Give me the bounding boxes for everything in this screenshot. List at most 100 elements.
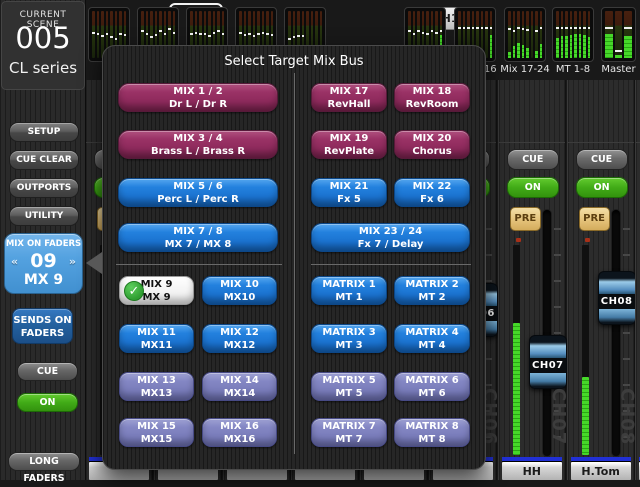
scene-number: 005 [2, 21, 84, 55]
peak-marker [253, 35, 256, 37]
peak-marker [570, 27, 573, 29]
strip-cue-button[interactable]: CUE [576, 149, 628, 170]
fader-scale-tick [485, 384, 492, 386]
peak-marker [624, 27, 632, 29]
mix-bus-button[interactable]: MIX 19RevPlate [311, 130, 387, 159]
meter-bar-fill [561, 36, 564, 58]
utility-button[interactable]: UTILITY [9, 206, 79, 226]
mix-bus-button[interactable]: MIX 7 / 8MX 7 / MX 8 [118, 223, 278, 252]
peak-marker [257, 33, 260, 35]
bus-button-line1: MATRIX 4 [395, 327, 469, 340]
outports-button[interactable]: OUTPORTS [9, 178, 79, 198]
meter-bar-fill [583, 35, 586, 58]
peak-marker [526, 29, 529, 31]
bus-button-line1: MIX 13 [120, 375, 193, 388]
mix-bus-button[interactable]: MATRIX 6MT 6 [394, 372, 470, 401]
mix-on-faders-selector[interactable]: MIX ON FADERS « 09 » MX 9 [4, 233, 83, 294]
current-scene-panel[interactable]: CURRENT SCENE 005 CL series [1, 1, 85, 90]
mix-bus-button[interactable]: MATRIX 3MT 3 [311, 324, 387, 353]
fader-cap[interactable]: CH08 [598, 271, 636, 325]
strip-on-button[interactable]: ON [576, 177, 628, 198]
peak-marker [124, 34, 127, 36]
mix-bus-button[interactable]: MIX 22Fx 6 [394, 178, 470, 207]
fader-cap[interactable]: CH07 [529, 335, 567, 389]
meter-bar-fill [570, 35, 573, 59]
mix-bus-button[interactable]: MIX 17RevHall [311, 83, 387, 112]
peak-marker [431, 30, 434, 32]
strip-cue-button[interactable]: CUE [507, 149, 559, 170]
long-faders-button[interactable]: LONG FADERS [8, 452, 80, 471]
mix-bus-button[interactable]: MIX 5 / 6Perc L / Perc R [118, 178, 278, 207]
peak-marker [565, 27, 568, 29]
meter-bar [624, 11, 632, 58]
meter-block[interactable] [601, 7, 636, 62]
setup-button[interactable]: SETUP [9, 122, 79, 142]
mix-bus-button[interactable]: MATRIX 2MT 2 [394, 276, 470, 305]
bus-button-line1: MATRIX 1 [312, 279, 386, 292]
mix-bus-button[interactable]: MATRIX 1MT 1 [311, 276, 387, 305]
meter-bar [561, 11, 564, 58]
peak-marker [164, 33, 167, 35]
sends-on-faders-line1: SENDS ON [13, 314, 72, 327]
peak-marker [146, 33, 149, 35]
mix-bus-button[interactable]: MIX 16MX16 [202, 418, 277, 447]
meter-bar [535, 11, 538, 58]
mix-bus-button[interactable]: MATRIX 4MT 4 [394, 324, 470, 353]
mix-bus-button[interactable]: MIX 10MX10 [202, 276, 277, 305]
meter-bar [556, 11, 559, 58]
peak-marker [150, 36, 153, 38]
mix-bus-button[interactable]: MIX 3 / 4Brass L / Brass R [118, 130, 278, 159]
mix-bus-button[interactable]: MATRIX 5MT 5 [311, 372, 387, 401]
pre-indicator-button[interactable]: PRE [510, 207, 541, 231]
meter-bar-fill [605, 34, 613, 58]
peak-marker [481, 27, 484, 29]
fader-scale-tick [554, 306, 561, 308]
bus-button-line1: MIX 1 / 2 [119, 86, 277, 99]
mix-bus-button[interactable]: MIX 11MX11 [119, 324, 194, 353]
peak-marker [266, 33, 269, 35]
mix-bus-button[interactable]: MIX 13MX13 [119, 372, 194, 401]
sidebar: CURRENT SCENE 005 CL series SETUP CUE CLE… [0, 0, 86, 480]
selected-check-icon: ✓ [124, 281, 144, 301]
mix-bus-button[interactable]: ✓MIX 9MX 9 [119, 276, 194, 305]
peak-marker [244, 34, 247, 36]
mix-next-arrow-icon[interactable]: » [69, 255, 76, 268]
sends-on-faders-button[interactable]: SENDS ON FADERS [12, 308, 73, 344]
bus-button-line2: MT 8 [395, 434, 469, 447]
bus-button-line1: MIX 16 [203, 421, 276, 434]
mix-bus-button[interactable]: MIX 20Chorus [394, 130, 470, 159]
peak-marker [141, 30, 144, 32]
peak-marker [435, 32, 438, 34]
meter-bar-fill [565, 36, 568, 58]
meter-block[interactable] [504, 7, 546, 62]
bus-button-line1: MATRIX 7 [312, 421, 386, 434]
peak-marker [413, 33, 416, 35]
mix-bus-button[interactable]: MIX 12MX12 [202, 324, 277, 353]
meter-bar-fill [508, 52, 511, 58]
mix-bus-button[interactable]: MIX 14MX14 [202, 372, 277, 401]
mix-bus-button[interactable]: MIX 21Fx 5 [311, 178, 387, 207]
sidebar-cue-button[interactable]: CUE [17, 362, 78, 381]
bus-button-line2: MX14 [203, 388, 276, 401]
fader-scale-tick [554, 332, 561, 334]
bus-button-line1: MIX 3 / 4 [119, 133, 277, 146]
strip-on-button[interactable]: ON [507, 177, 559, 198]
peak-marker [271, 34, 274, 36]
cue-clear-button[interactable]: CUE CLEAR [9, 150, 79, 170]
channel-nameplate: H.Tom [571, 462, 631, 480]
bus-button-line2: Fx 7 / Delay [312, 239, 469, 252]
peak-marker [208, 35, 211, 37]
mix-bus-button[interactable]: MIX 18RevRoom [394, 83, 470, 112]
mix-bus-button[interactable]: MIX 23 / 24Fx 7 / Delay [311, 223, 470, 252]
fader-scale-tick [623, 254, 630, 256]
meter-bar [526, 11, 529, 58]
meter-bar [615, 11, 623, 58]
mix-bus-button[interactable]: MATRIX 7MT 7 [311, 418, 387, 447]
mix-bus-button[interactable]: MATRIX 8MT 8 [394, 418, 470, 447]
pre-indicator-button[interactable]: PRE [579, 207, 610, 231]
sidebar-on-button[interactable]: ON [17, 393, 78, 412]
mix-bus-button[interactable]: MIX 1 / 2Dr L / Dr R [118, 83, 278, 112]
mix-bus-button[interactable]: MIX 15MX15 [119, 418, 194, 447]
meter-block[interactable] [552, 7, 594, 62]
meter-bar [605, 11, 613, 58]
